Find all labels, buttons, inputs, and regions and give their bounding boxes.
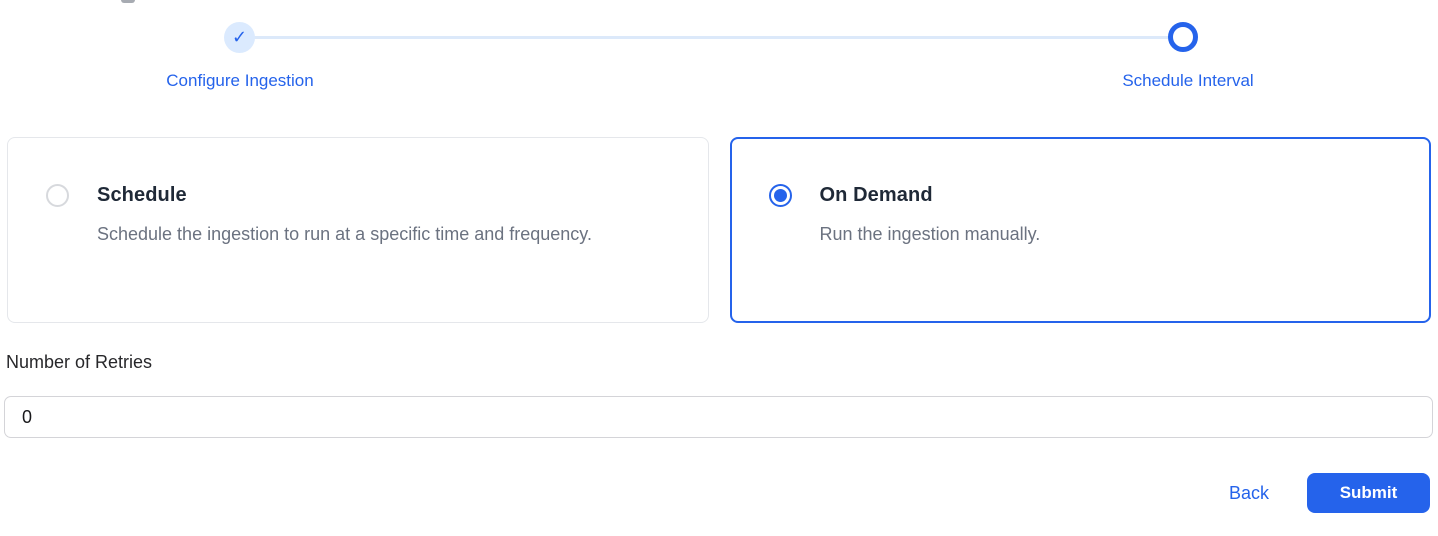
retries-label: Number of Retries: [6, 352, 153, 372]
step-completed-indicator[interactable]: ✓: [224, 22, 255, 53]
stepper-connector-line: [240, 36, 1185, 39]
option-title: On Demand: [819, 184, 933, 206]
check-icon: ✓: [231, 26, 248, 47]
option-title: Schedule: [97, 184, 187, 206]
option-card-on-demand[interactable]: On Demand Run the ingestion manually.: [729, 137, 1431, 323]
radio-dot: [773, 189, 787, 202]
option-description: Schedule the ingestion to run at a speci…: [97, 224, 592, 244]
option-text-schedule: Schedule Schedule the ingestion to run a…: [97, 182, 592, 251]
footer-actions: Back Submit: [1229, 473, 1430, 513]
radio-unselected-icon[interactable]: [46, 184, 69, 207]
step-active-indicator[interactable]: [1168, 22, 1198, 52]
option-description: Run the ingestion manually.: [819, 224, 1041, 244]
submit-button[interactable]: Submit: [1307, 473, 1430, 513]
cropped-text-artifact: [121, 0, 135, 3]
option-card-schedule[interactable]: Schedule Schedule the ingestion to run a…: [7, 137, 709, 323]
option-text-on-demand: On Demand Run the ingestion manually.: [820, 182, 1041, 251]
radio-selected-icon[interactable]: [768, 184, 792, 207]
step-label-schedule-interval[interactable]: Schedule Interval: [1122, 71, 1253, 91]
schedule-options-group: Schedule Schedule the ingestion to run a…: [7, 137, 1431, 323]
retries-input[interactable]: [4, 396, 1433, 438]
back-button[interactable]: Back: [1229, 483, 1269, 504]
step-label-configure-ingestion[interactable]: Configure Ingestion: [166, 71, 313, 91]
